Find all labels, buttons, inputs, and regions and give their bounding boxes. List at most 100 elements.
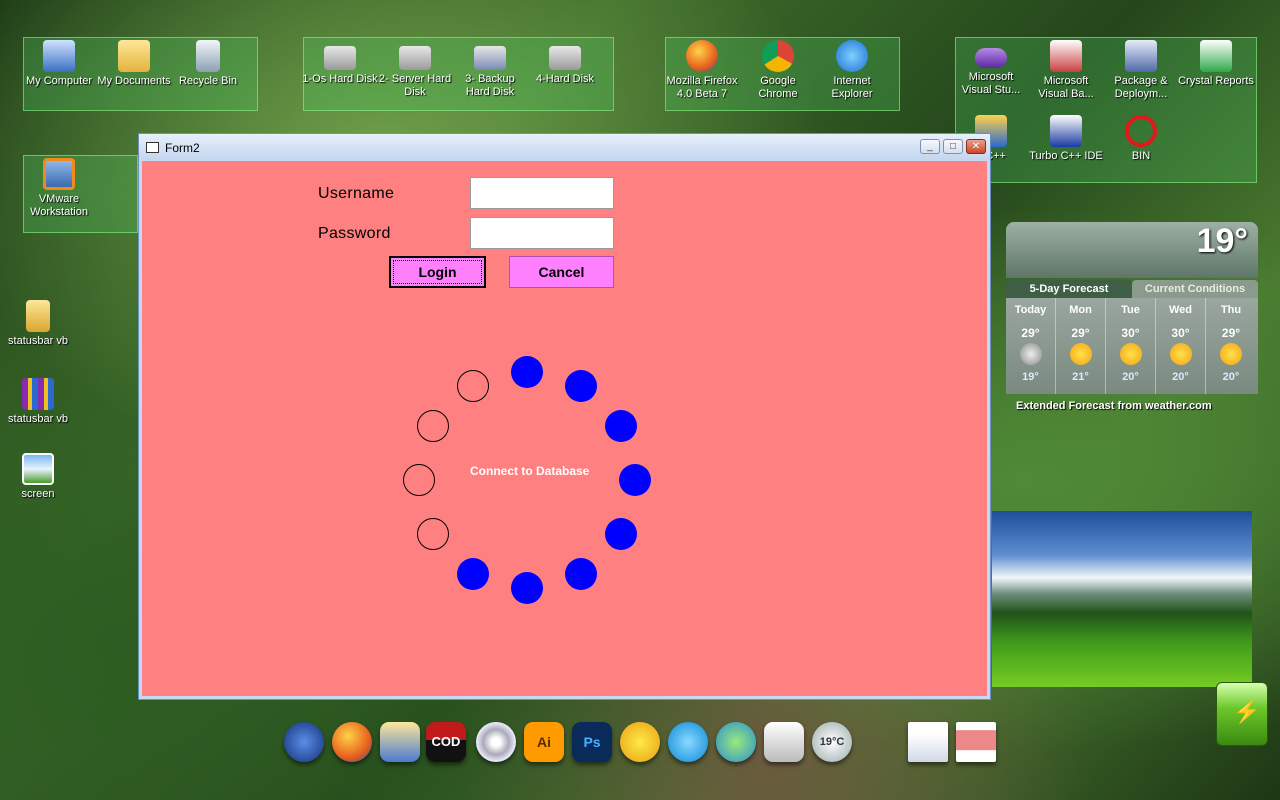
- login-button[interactable]: Login: [389, 256, 486, 288]
- sun-icon: [1169, 343, 1192, 365]
- battery-icon: ⚡: [1216, 682, 1268, 746]
- spinner-dot: [417, 518, 450, 550]
- moon-cloud-icon: [1019, 343, 1042, 365]
- desktop-icon-firefox[interactable]: Mozilla Firefox 4.0 Beta 7: [664, 40, 740, 101]
- calendar-icon[interactable]: [764, 722, 804, 762]
- spinner-dot: [565, 370, 597, 403]
- desktop-icon-chrome[interactable]: Google Chrome: [740, 40, 816, 101]
- desktop-icon-vmware[interactable]: VMware Workstation: [21, 158, 97, 219]
- desktop-icon-bin[interactable]: BIN: [1103, 115, 1179, 163]
- computer-icon: [43, 40, 75, 72]
- desktop-icon-visual-basic[interactable]: Microsoft Visual Ba...: [1028, 40, 1104, 101]
- close-button[interactable]: ✕: [966, 139, 986, 154]
- spinner-dot: [604, 410, 637, 442]
- vmware-icon: [43, 158, 75, 190]
- spinner-dot: [457, 370, 489, 403]
- desktop-icon-recycle-bin[interactable]: Recycle Bin: [170, 40, 246, 88]
- desktop-icon-my-computer[interactable]: My Computer: [21, 40, 97, 88]
- connection-status-text: Connect to Database: [470, 464, 590, 478]
- cancel-button[interactable]: Cancel: [509, 256, 614, 288]
- desktop-icon-internet-explorer[interactable]: Internet Explorer: [814, 40, 890, 101]
- cod-game-icon[interactable]: COD: [426, 722, 466, 762]
- weather-footer-link[interactable]: Extended Forecast from weather.com: [1016, 400, 1212, 412]
- desktop-icon-turbo-cpp[interactable]: Turbo C++ IDE: [1028, 115, 1104, 163]
- minimize-button[interactable]: _: [920, 139, 940, 154]
- desktop-icon-screen[interactable]: screen: [0, 453, 76, 501]
- crystal-reports-icon: [1200, 40, 1232, 72]
- window-titlebar[interactable]: Form2 _ □ ✕: [139, 134, 990, 160]
- form2-window: Form2 _ □ ✕ Username Password Login Canc…: [138, 133, 991, 700]
- window-firefox-icon[interactable]: [908, 722, 948, 762]
- visual-studio-icon: [975, 48, 1007, 68]
- forecast-day: Tue 30° 20°: [1106, 298, 1156, 394]
- spinner-dot: [565, 557, 597, 590]
- weather-gadget[interactable]: 19° 5-Day Forecast Current Conditions To…: [1006, 222, 1258, 420]
- turbo-cpp-icon: [1050, 115, 1082, 147]
- desktop-icon-statusbar-archive[interactable]: statusbar vb: [0, 378, 76, 426]
- forecast-day: Wed 30° 20°: [1156, 298, 1206, 394]
- bin-icon: [1125, 115, 1157, 147]
- rocket-dock: COD Ai Ps 19°C: [280, 716, 1000, 772]
- forecast-day: Mon 29° 21°: [1056, 298, 1106, 394]
- hard-disk-icon: [549, 46, 581, 70]
- forecast-grid: Today 29° 19° Mon 29° 21° Tue 30° 20° We…: [1006, 298, 1258, 394]
- username-label: Username: [318, 185, 395, 202]
- photoshop-icon[interactable]: Ps: [572, 722, 612, 762]
- current-temperature: 19°: [1196, 222, 1248, 260]
- folder-icon: [26, 300, 50, 332]
- tab-current-conditions[interactable]: Current Conditions: [1132, 280, 1258, 298]
- hard-disk-icon: [399, 46, 431, 70]
- maximize-button[interactable]: □: [943, 139, 963, 154]
- desktop-icon-crystal-reports[interactable]: Crystal Reports: [1178, 40, 1254, 88]
- recycle-bin-icon: [196, 40, 220, 72]
- forecast-day: Thu 29° 20°: [1220, 304, 1242, 383]
- visual-basic-icon: [1050, 40, 1082, 72]
- spinner-dot: [403, 464, 435, 496]
- sun-cloud-icon: [1220, 343, 1242, 365]
- spinner-dot: [457, 557, 489, 590]
- illustrator-icon[interactable]: Ai: [524, 722, 564, 762]
- desktop-icon-statusbar-folder[interactable]: statusbar vb: [0, 300, 76, 348]
- spinner-dot: [417, 410, 450, 442]
- msn-messenger-icon[interactable]: [716, 722, 756, 762]
- skype-icon[interactable]: [668, 722, 708, 762]
- explorer-folder-icon[interactable]: [380, 722, 420, 762]
- spinner-dot: [511, 356, 543, 388]
- image-icon: [22, 453, 54, 485]
- spinner-dot: [604, 518, 637, 550]
- firefox-icon[interactable]: [332, 722, 372, 762]
- hard-disk-icon: [474, 46, 506, 70]
- archive-icon: [22, 378, 54, 410]
- sun-icon: [1119, 343, 1142, 365]
- yahoo-messenger-icon[interactable]: [620, 722, 660, 762]
- firefox-icon: [686, 40, 718, 72]
- password-input[interactable]: [470, 217, 614, 249]
- desktop-icon-visual-studio[interactable]: Microsoft Visual Stu...: [953, 40, 1029, 97]
- spinner-dot: [511, 572, 543, 604]
- ie-icon: [836, 40, 868, 72]
- username-input[interactable]: [470, 177, 614, 209]
- form-client-area: Username Password Login Cancel Connect t…: [142, 161, 987, 696]
- folder-icon: [118, 40, 150, 72]
- cd-icon[interactable]: [476, 722, 516, 762]
- package-icon: [1125, 40, 1157, 72]
- window-thumb-icon[interactable]: [956, 722, 996, 762]
- desktop-icon-os-disk[interactable]: 1-Os Hard Disk: [302, 40, 378, 86]
- tab-5-day-forecast[interactable]: 5-Day Forecast: [1006, 280, 1132, 298]
- chrome-icon: [762, 40, 794, 72]
- desktop-icon-hard-disk-4[interactable]: 4-Hard Disk: [527, 40, 603, 86]
- forecast-day: Today 29° 19°: [1006, 298, 1056, 394]
- desktop-icon-package-deployment[interactable]: Package & Deploym...: [1103, 40, 1179, 101]
- window-title: Form2: [165, 141, 200, 155]
- sun-cloud-icon: [1069, 343, 1092, 365]
- spinner-dot: [619, 464, 651, 496]
- slideshow-gadget[interactable]: [992, 511, 1252, 687]
- weather-icon[interactable]: 19°C: [812, 722, 852, 762]
- weather-header: 19°: [1006, 222, 1258, 278]
- desktop-icon-my-documents[interactable]: My Documents: [96, 40, 172, 88]
- hard-disk-icon: [324, 46, 356, 70]
- desktop-icon-backup-disk[interactable]: 3- Backup Hard Disk: [452, 40, 528, 99]
- windows-start-icon[interactable]: [284, 722, 324, 762]
- desktop-icon-server-disk[interactable]: 2- Server Hard Disk: [377, 40, 453, 99]
- window-icon: [146, 142, 159, 153]
